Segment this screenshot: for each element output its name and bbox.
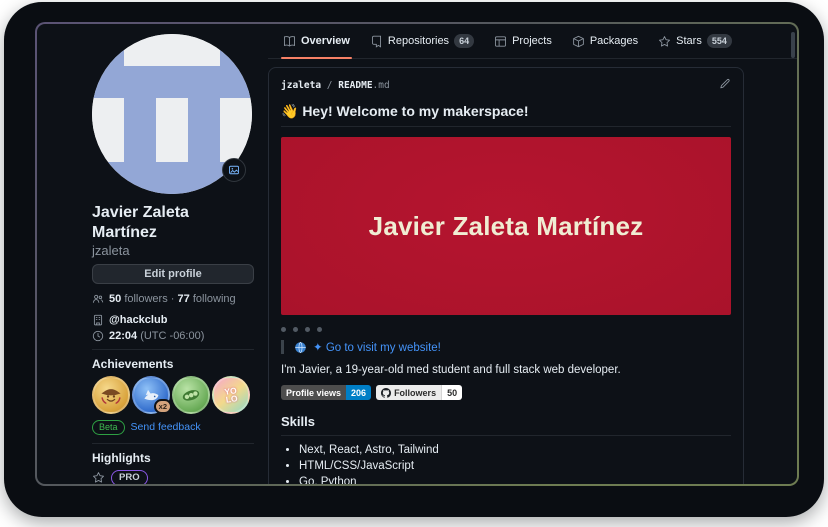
- emoji-dot: [305, 327, 310, 332]
- achievement-quickdraw[interactable]: [92, 376, 130, 414]
- dark-backdrop-frame: Overview Repositories 64 Projects Packag…: [4, 2, 824, 517]
- pencil-icon: [719, 78, 731, 90]
- tab-overview[interactable]: Overview: [274, 24, 359, 58]
- pair-extraordinaire-badge-art: [177, 381, 205, 409]
- followers-badge-label: Followers: [376, 385, 441, 400]
- profile-views-label: Profile views: [281, 385, 346, 400]
- divider: [92, 349, 254, 350]
- profile-readme-card: jzaleta / README.md 👋 Hey! Welcome to my…: [268, 67, 744, 484]
- readme-breadcrumb: jzaleta / README.md: [281, 80, 390, 91]
- website-link[interactable]: ✦ Go to visit my website!: [313, 340, 441, 354]
- edit-profile-button[interactable]: Edit profile: [92, 264, 254, 284]
- emoji-dot: [293, 327, 298, 332]
- stars-count-badge: 554: [707, 34, 732, 48]
- readme-banner-image: Javier Zaleta Martínez: [281, 137, 731, 315]
- skills-list: Next, React, Astro, Tailwind HTML/CSS/Ja…: [281, 444, 731, 484]
- edit-readme-button[interactable]: [719, 78, 731, 93]
- scrollbar-thumb[interactable]: [791, 32, 795, 58]
- achievement-pair-extraordinaire[interactable]: [172, 376, 210, 414]
- tab-label: Overview: [301, 35, 350, 47]
- achievements-title: Achievements: [92, 357, 254, 371]
- highlights-pro-row: PRO: [92, 470, 254, 484]
- followers-badge-count: 50: [441, 385, 462, 400]
- skills-list-item: Next, React, Astro, Tailwind: [299, 444, 731, 456]
- pro-badge: PRO: [111, 470, 148, 484]
- profile-views-count: 206: [346, 385, 371, 400]
- organization-row[interactable]: @hackclub: [92, 314, 254, 326]
- tab-label: Stars: [676, 35, 702, 47]
- shield-badges-row: Profile views 206 Followers 50: [281, 385, 731, 400]
- emoji-dot: [317, 327, 322, 332]
- profile-name: Javier Zaleta Martínez: [92, 203, 254, 243]
- github-logo-icon: [381, 388, 391, 398]
- tab-label: Projects: [512, 35, 552, 47]
- globe-icon: [294, 341, 307, 354]
- followers-text: 50 followers · 77 following: [109, 293, 236, 305]
- skills-list-item: Go, Python: [299, 476, 731, 484]
- quickdraw-badge-art: [97, 381, 125, 409]
- tab-label: Repositories: [388, 35, 449, 47]
- bio-text: I'm Javier, a 19-year-old med student an…: [281, 364, 731, 376]
- star-icon: [92, 471, 105, 484]
- building-icon: [92, 314, 104, 326]
- multiplier-badge: x2: [154, 399, 172, 414]
- readme-header: jzaleta / README.md: [281, 78, 731, 93]
- followers-row[interactable]: 50 followers · 77 following: [92, 293, 254, 305]
- highlights-title: Highlights: [92, 451, 254, 465]
- profile-sidebar: Javier Zaleta Martínez jzaleta Edit prof…: [92, 34, 254, 484]
- status-badge[interactable]: [222, 158, 246, 182]
- tab-stars[interactable]: Stars 554: [649, 24, 741, 58]
- emoji-dot: [281, 327, 286, 332]
- image-icon: [228, 164, 240, 176]
- decoration-dots: [281, 327, 731, 332]
- book-icon: [283, 35, 296, 48]
- repo-count-badge: 64: [454, 34, 474, 48]
- readme-heading: 👋 Hey! Welcome to my makerspace!: [281, 103, 731, 127]
- repo-icon: [370, 35, 383, 48]
- profile-tab-bar: Overview Repositories 64 Projects Packag…: [268, 24, 797, 59]
- local-time-row: 22:04 (UTC -06:00): [92, 330, 254, 342]
- achievement-yolo[interactable]: YOLO: [212, 376, 250, 414]
- profile-username: jzaleta: [92, 243, 254, 260]
- skills-list-item: HTML/CSS/JavaScript: [299, 460, 731, 472]
- website-blockquote: ✦ Go to visit my website!: [281, 340, 731, 354]
- send-feedback-link[interactable]: Send feedback: [131, 421, 201, 433]
- beta-badge: Beta: [92, 420, 125, 435]
- avatar-wrap: [92, 34, 252, 194]
- followers-badge[interactable]: Followers 50: [376, 385, 462, 400]
- tab-label: Packages: [590, 35, 638, 47]
- achievement-pull-shark[interactable]: x2: [132, 376, 170, 414]
- profile-views-badge[interactable]: Profile views 206: [281, 385, 371, 400]
- skills-heading: Skills: [281, 414, 731, 436]
- table-icon: [494, 35, 507, 48]
- people-icon: [92, 293, 104, 305]
- tab-repositories[interactable]: Repositories 64: [361, 24, 483, 58]
- local-time: 22:04 (UTC -06:00): [109, 330, 204, 342]
- star-icon: [658, 35, 671, 48]
- achievements-beta-row: Beta Send feedback: [92, 420, 254, 435]
- banner-name-text: Javier Zaleta Martínez: [369, 211, 644, 242]
- browser-window: Overview Repositories 64 Projects Packag…: [35, 22, 799, 486]
- achievements-row: x2 YOLO: [92, 376, 254, 414]
- github-profile-page: Overview Repositories 64 Projects Packag…: [37, 24, 797, 484]
- yolo-text: YOLO: [224, 386, 238, 404]
- divider: [92, 443, 254, 444]
- clock-icon: [92, 330, 104, 342]
- screenshot-canvas: Overview Repositories 64 Projects Packag…: [0, 0, 828, 527]
- package-icon: [572, 35, 585, 48]
- org-handle: @hackclub: [109, 314, 167, 326]
- tab-packages[interactable]: Packages: [563, 24, 647, 58]
- tab-projects[interactable]: Projects: [485, 24, 561, 58]
